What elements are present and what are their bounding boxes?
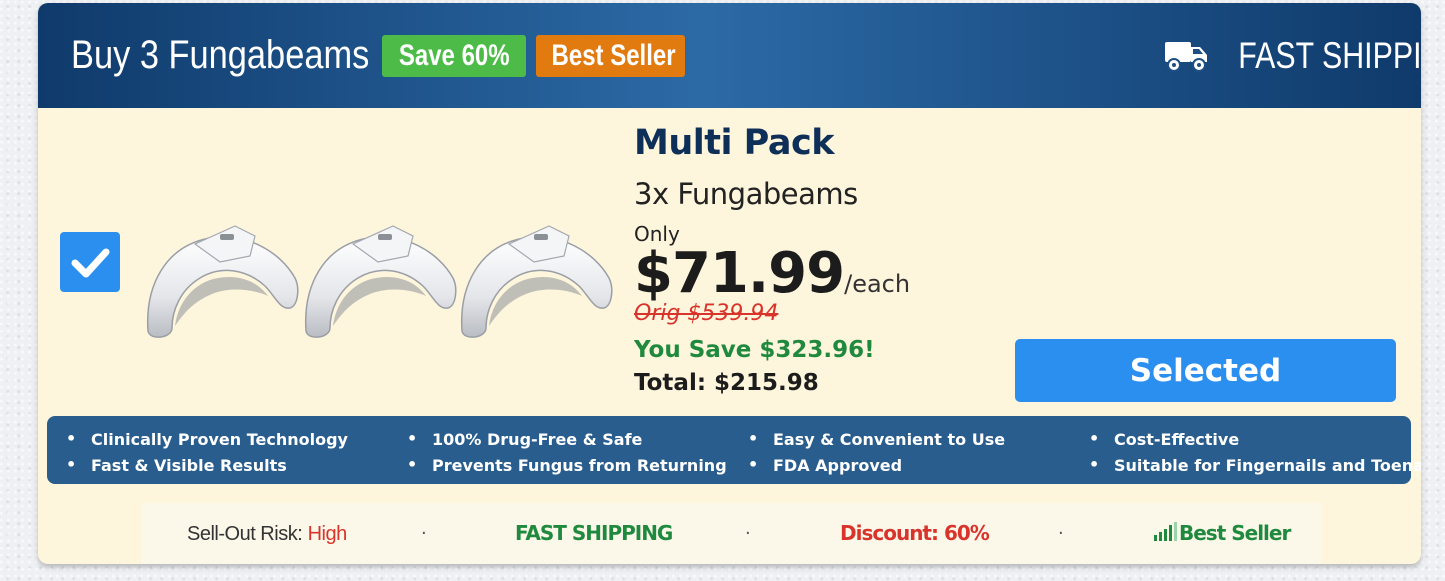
feature-item: Clinically Proven Technology <box>66 429 348 449</box>
footer-separator: · <box>421 523 427 544</box>
feature-item: FDA Approved <box>748 455 902 475</box>
original-price: Orig $539.94 <box>634 301 779 326</box>
save-badge: Save 60% <box>382 35 526 77</box>
feature-item: 100% Drug-Free & Safe <box>407 429 642 449</box>
feature-item: Prevents Fungus from Returning <box>407 455 727 475</box>
fast-shipping-label: FAST SHIPPING <box>1238 35 1421 76</box>
footer-fast-shipping: FAST SHIPPING <box>515 521 673 545</box>
savings-amount: You Save $323.96! <box>634 337 875 363</box>
feature-item: Easy & Convenient to Use <box>748 429 1005 449</box>
total-price: Total: $215.98 <box>634 370 819 396</box>
best-seller-badge: Best Seller <box>536 35 685 77</box>
footer-discount: Discount: 60% <box>840 521 990 545</box>
unit-price: $71.99/each <box>634 241 910 306</box>
feature-item: Suitable for Fingernails and Toenails <box>1089 455 1421 475</box>
select-button[interactable]: Selected <box>1015 339 1396 402</box>
pack-title: Multi Pack <box>634 123 835 163</box>
truck-icon <box>1165 42 1207 72</box>
sellout-risk-label: Sell-Out Risk: <box>187 523 303 545</box>
offer-header: Buy 3 Fungabeams Save 60% Best Seller FA… <box>38 3 1421 108</box>
footer-separator: · <box>1058 523 1064 544</box>
footer-separator: · <box>745 523 751 544</box>
sellout-risk: Sell-Out Risk: High <box>187 521 347 546</box>
footer-best-seller-label: Best Seller <box>1179 521 1291 545</box>
feature-item: Fast & Visible Results <box>66 455 287 475</box>
product-device-image <box>146 225 613 338</box>
product-offer-card[interactable]: Buy 3 Fungabeams Save 60% Best Seller FA… <box>38 3 1421 564</box>
feature-item: Cost-Effective <box>1089 429 1239 449</box>
offer-checkbox[interactable] <box>60 232 120 292</box>
offer-details: Multi Pack 3x Fungabeams Only $71.99/eac… <box>634 123 910 396</box>
price-unit: /each <box>844 270 911 298</box>
pack-subtitle: 3x Fungabeams <box>634 177 858 211</box>
fast-shipping-indicator: FAST SHIPPING <box>1163 35 1421 77</box>
sellout-risk-value: High <box>307 523 348 545</box>
offer-title: Buy 3 Fungabeams <box>71 33 370 77</box>
price-value: $71.99 <box>634 241 845 306</box>
signal-bars-icon <box>1154 522 1177 541</box>
footer-best-seller: Best Seller <box>1153 521 1291 545</box>
features-list: Clinically Proven Technology Fast & Visi… <box>47 416 1421 484</box>
checkmark-icon <box>71 248 110 278</box>
